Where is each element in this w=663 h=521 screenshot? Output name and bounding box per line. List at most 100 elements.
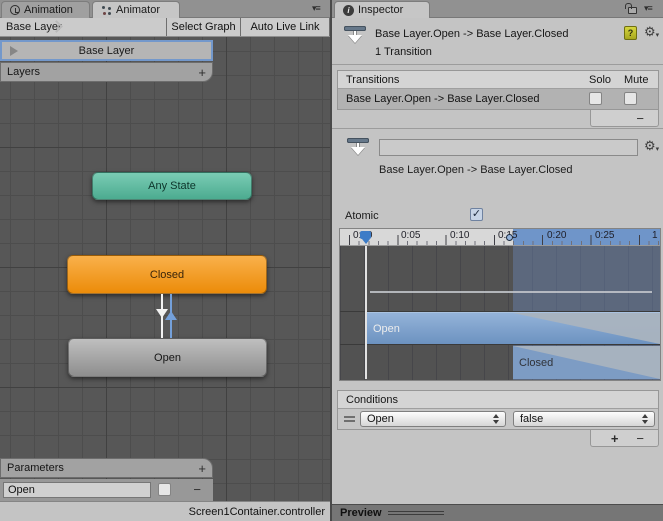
remove-transition-button[interactable]: − — [636, 111, 644, 126]
animator-graph-canvas[interactable]: Base Layer Layers + Any State Closed Ope… — [0, 37, 330, 501]
timeline-ruler[interactable]: 0:00 0:05 0:10 0:15 0:20 0:25 1 — [340, 229, 660, 246]
transition-detail-icon — [347, 138, 369, 157]
parameters-header-label: Parameters — [7, 462, 64, 474]
animator-toolbar: Base Layer Select Graph Auto Live Link — [0, 18, 330, 37]
add-condition-button[interactable]: + — [611, 431, 619, 446]
condition-parameter-value: Open — [367, 413, 394, 425]
layer-row-base-layer[interactable]: Base Layer — [0, 40, 213, 61]
open-state-bar[interactable]: Open — [366, 312, 660, 344]
gear-caret-icon: ▾ — [655, 146, 660, 153]
open-track-label: Open — [373, 322, 400, 335]
controller-path: Screen1Container.controller — [188, 505, 325, 518]
transition-start-handle[interactable] — [506, 234, 513, 241]
lock-icon[interactable] — [625, 3, 637, 14]
gear-caret-icon: ▾ — [655, 32, 660, 39]
transition-list-row[interactable]: Base Layer.Open -> Base Layer.Closed — [338, 89, 658, 109]
condition-value-dropdown[interactable]: false — [513, 411, 655, 427]
divider — [332, 128, 663, 129]
auto-live-link-button[interactable]: Auto Live Link — [240, 18, 330, 36]
add-parameter-button[interactable]: + — [198, 461, 206, 476]
blend-curve-line — [370, 291, 652, 293]
parameters-header-bar: Parameters + — [0, 458, 213, 478]
node-closed-label: Closed — [149, 268, 185, 281]
node-closed[interactable]: Closed — [67, 255, 267, 294]
playhead-marker[interactable] — [360, 231, 371, 244]
mute-checkbox[interactable] — [624, 92, 637, 105]
transition-timeline[interactable]: 0:00 0:05 0:10 0:15 0:20 0:25 1 Open Clo… — [339, 228, 661, 381]
clock-icon — [10, 5, 20, 15]
solo-checkbox[interactable] — [589, 92, 602, 105]
preview-bar[interactable]: Preview — [332, 504, 663, 521]
add-layer-button[interactable]: + — [198, 65, 206, 80]
condition-value: false — [520, 413, 544, 425]
playhead-line[interactable] — [365, 246, 367, 379]
animator-tabbar: Animation Animator ▾≡ — [0, 0, 330, 18]
inspector-tabbar: i Inspector ▾≡ — [332, 0, 663, 18]
transition-detail-label: Base Layer.Open -> Base Layer.Closed — [379, 164, 573, 176]
inspector-title: Base Layer.Open -> Base Layer.Closed — [375, 28, 569, 40]
preview-label: Preview — [340, 507, 382, 519]
node-any-state[interactable]: Any State — [92, 172, 252, 200]
info-icon: i — [343, 4, 354, 16]
unity-editor: Animation Animator ▾≡ Base Layer Select … — [0, 0, 663, 521]
tab-animator-label: Animator — [116, 4, 161, 16]
condition-parameter-dropdown[interactable]: Open — [360, 411, 506, 427]
parameter-value-checkbox[interactable] — [158, 483, 171, 496]
open-fadeout-wedge — [513, 313, 660, 344]
solo-column-label: Solo — [589, 73, 612, 86]
node-open[interactable]: Open — [68, 338, 267, 377]
check-icon: ✓ — [471, 208, 482, 220]
transition-row-label: Base Layer.Open -> Base Layer.Closed — [346, 93, 540, 105]
closed-state-bar[interactable]: Closed — [513, 346, 660, 379]
animator-icon — [101, 5, 112, 16]
inspector-subtitle: 1 Transition — [375, 46, 432, 58]
atomic-label: Atomic — [345, 210, 379, 222]
inspector-menu-icon[interactable]: ▾≡ — [644, 3, 653, 14]
atomic-checkbox[interactable]: ✓ — [470, 208, 483, 221]
transition-icon — [344, 26, 366, 45]
conditions-box: Conditions Open false — [337, 390, 659, 430]
transitions-box: Transitions Solo Mute Base Layer.Open ->… — [337, 70, 659, 110]
tick-label: 0:05 — [401, 230, 421, 241]
layer-name: Base Layer — [78, 44, 135, 57]
conditions-add-remove-footer: + − — [590, 430, 659, 447]
drag-handle-icon[interactable] — [344, 416, 355, 424]
tick-label: 0:20 — [547, 230, 567, 241]
help-icon[interactable]: ? — [624, 26, 637, 40]
tick-label: 0:25 — [595, 230, 615, 241]
conditions-header-label: Conditions — [346, 393, 398, 406]
transitions-header: Transitions Solo Mute — [338, 71, 658, 89]
animator-menu-icon[interactable]: ▾≡ — [312, 3, 321, 14]
parameter-name-input[interactable] — [3, 482, 151, 498]
layer-play-icon — [10, 46, 18, 56]
animator-statusbar: Screen1Container.controller — [0, 501, 330, 521]
tab-animator[interactable]: Animator — [92, 1, 180, 18]
arrow-up-icon — [165, 311, 177, 320]
transition-name-input[interactable] — [379, 139, 638, 156]
transition-remove-footer: − — [590, 110, 659, 127]
condition-row: Open false — [338, 409, 658, 429]
node-any-state-label: Any State — [148, 180, 196, 192]
track-separator — [340, 344, 660, 345]
detail-gear-icon[interactable]: ⚙▾ — [644, 139, 659, 153]
node-open-label: Open — [154, 351, 181, 364]
gear-glyph: ⚙ — [644, 138, 656, 153]
tick-label: 0:10 — [450, 230, 470, 241]
tab-inspector-label: Inspector — [358, 4, 404, 16]
layers-header-bar: Layers + — [0, 62, 213, 82]
header-gear-icon[interactable]: ⚙▾ — [644, 25, 659, 39]
dropdown-arrows-icon — [493, 414, 499, 424]
gear-glyph: ⚙ — [644, 24, 656, 39]
layers-header-label: Layers — [7, 66, 41, 78]
timeline-tracks: Open Closed — [340, 246, 660, 380]
tab-animation[interactable]: Animation — [1, 1, 90, 18]
remove-parameter-button[interactable]: − — [193, 482, 201, 497]
divider — [332, 64, 663, 65]
preview-drag-handle-icon — [387, 509, 444, 517]
remove-condition-button[interactable]: − — [636, 431, 644, 446]
conditions-header: Conditions — [338, 391, 658, 409]
select-graph-button[interactable]: Select Graph — [166, 18, 240, 36]
transitions-header-label: Transitions — [346, 73, 400, 86]
mute-column-label: Mute — [624, 73, 649, 86]
tab-inspector[interactable]: i Inspector — [334, 1, 430, 18]
